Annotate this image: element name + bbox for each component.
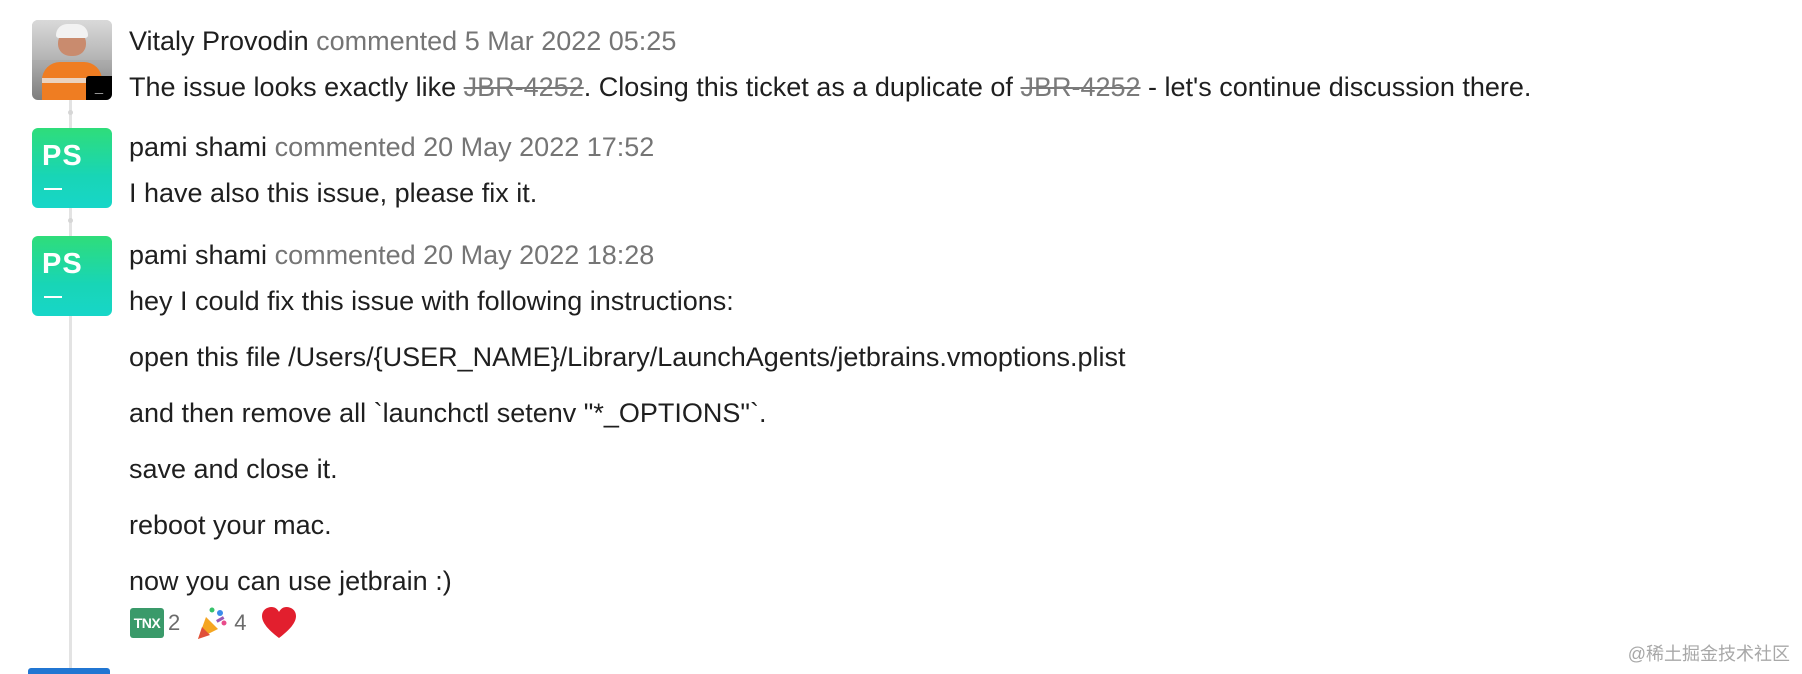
comment-meta: commented 5 Mar 2022 05:25 [316,26,677,56]
comment-meta: commented 20 May 2022 18:28 [274,240,655,270]
watermark: @稀土掘金技术社区 [1627,644,1790,664]
comment-body-line: hey I could fix this issue with followin… [129,286,734,316]
comment-body-line: now you can use jetbrain :) [129,566,452,596]
issue-link[interactable]: JBR-4252 [464,72,584,102]
comment-body-line: I have also this issue, please fix it. [129,178,538,208]
author-name[interactable]: pami shami [129,240,267,270]
author-name[interactable]: Vitaly Provodin [129,26,309,56]
reaction-party[interactable]: 4 [194,603,247,643]
body-text: - let's continue discussion there. [1140,72,1532,102]
body-text: . Closing this ticket as a duplicate of [583,72,1021,102]
comment-header: pami shami commented 20 May 2022 17:52 [129,130,654,164]
comment-body-line: reboot your mac. [129,510,332,540]
thread-dot [68,110,73,115]
comment-header: Vitaly Provodin commented 5 Mar 2022 05:… [129,24,676,58]
issue-link[interactable]: JBR-4252 [1020,72,1140,102]
comment-meta: commented 20 May 2022 17:52 [274,132,655,162]
tnx-icon: TNX [130,608,164,638]
next-avatar-edge [28,668,110,674]
reactions-bar: TNX 2 4 [130,601,311,645]
avatar-badge: _ [86,76,112,100]
avatar-initials: PS [42,140,83,172]
comment-header: pami shami commented 20 May 2022 18:28 [129,238,654,272]
reaction-tnx[interactable]: TNX 2 [130,603,180,643]
reaction-count: 2 [168,610,181,635]
avatar-underscore [44,296,62,298]
party-popper-icon [198,607,227,639]
thread-dot [68,218,73,223]
avatar[interactable]: PS [32,128,112,208]
author-name[interactable]: pami shami [129,132,267,162]
avatar[interactable]: _ [32,20,112,100]
avatar-underscore [44,188,62,190]
comment-body: The issue looks exactly like JBR-4252. C… [129,70,1531,104]
avatar-cap [56,24,88,38]
avatar[interactable]: PS [32,236,112,316]
comment-body-line: open this file /Users/{USER_NAME}/Librar… [129,342,1126,372]
body-text: The issue looks exactly like [129,72,464,102]
comment-body-line: and then remove all `launchctl setenv "*… [129,398,767,428]
reaction-count: 4 [234,610,247,635]
reaction-heart[interactable] [261,603,297,643]
comment-body-line: save and close it. [129,454,338,484]
red-heart-icon [261,607,296,638]
avatar-initials: PS [42,248,83,280]
